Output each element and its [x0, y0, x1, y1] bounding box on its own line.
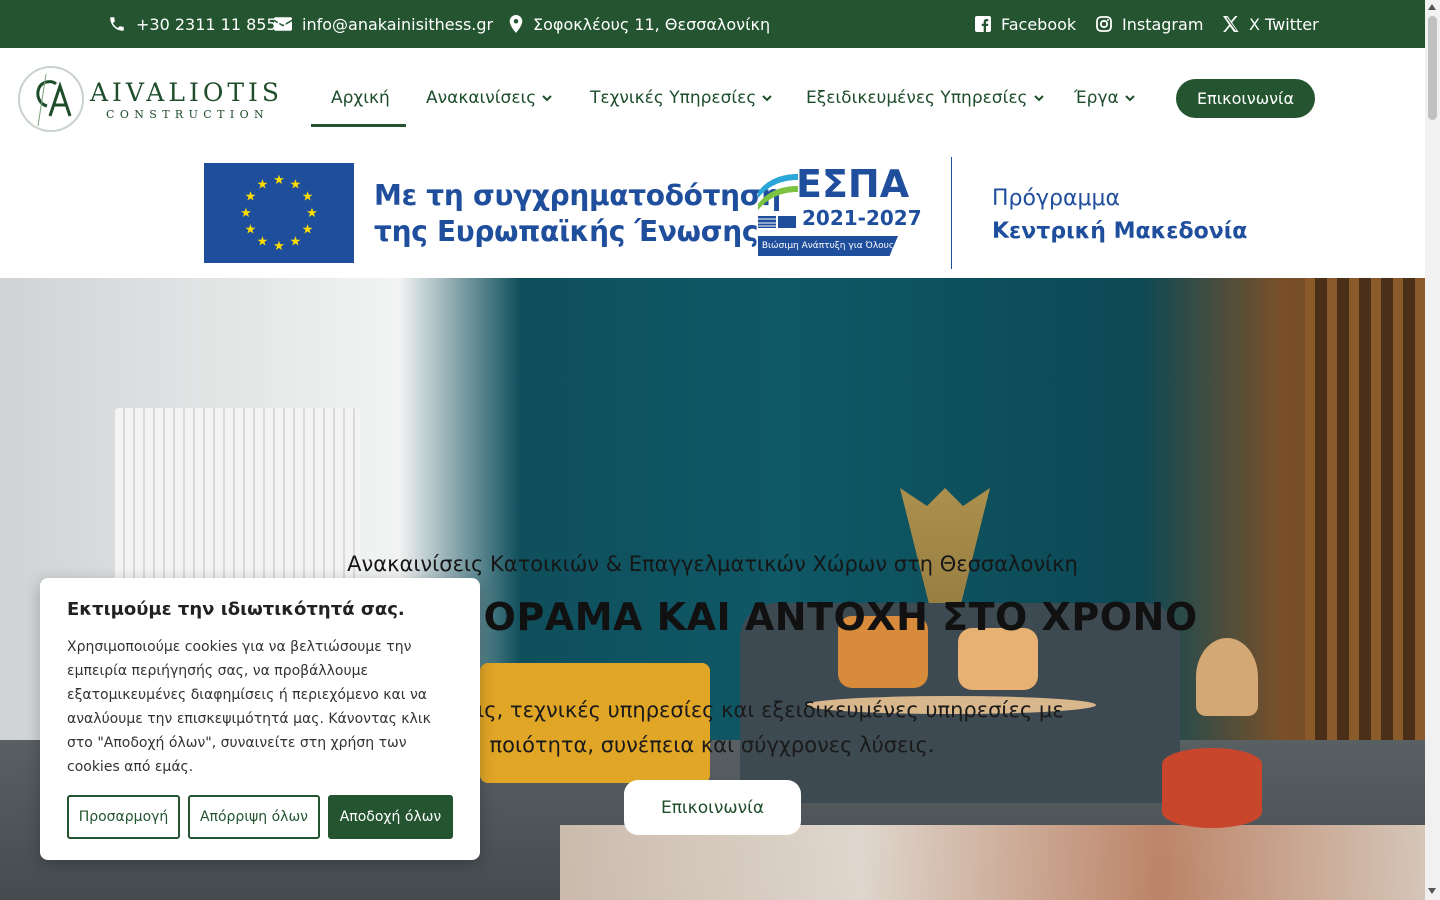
scroll-thumb[interactable]: [1428, 16, 1437, 120]
eu-star-icon: ★: [290, 235, 302, 250]
eu-star-icon: ★: [290, 177, 302, 192]
program-line-2: Κεντρική Μακεδονία: [992, 219, 1248, 244]
nav-item-home[interactable]: Αρχική: [331, 48, 390, 148]
espa-logo-years: 2021-2027: [802, 206, 922, 230]
site-logo[interactable]: AIVALIOTIS CONSTRUCTION: [18, 66, 283, 132]
hero-subtitle: Ανακαινίσεις Κατοικιών & Επαγγελματικών …: [347, 552, 1078, 576]
hero-contact-button[interactable]: Επικοινωνία: [624, 780, 801, 835]
x-twitter-icon: [1223, 16, 1239, 32]
instagram-label: Instagram: [1122, 14, 1204, 34]
espa-cofunding-text: Με τη συγχρηματοδότηση της Ευρωπαϊκής Έν…: [374, 178, 781, 250]
facebook-icon: [975, 16, 991, 32]
page-scrollbar[interactable]: [1425, 0, 1440, 900]
cookie-reject-button[interactable]: Απόρριψη όλων: [188, 795, 320, 839]
facebook-link[interactable]: Facebook: [975, 0, 1076, 48]
phone-icon: [110, 17, 124, 31]
logo-subtitle: CONSTRUCTION: [106, 108, 270, 121]
espa-banner: ★ ★ ★ ★ ★ ★ ★ ★ ★ ★ ★ ★ Με τη συγχρηματοδότηση της …: [0, 148, 1425, 278]
chevron-down-icon: [1033, 95, 1044, 102]
eu-star-icon: ★: [240, 206, 252, 221]
eu-star-icon: ★: [273, 239, 285, 254]
phone-link[interactable]: +30 2311 11 8550: [108, 0, 287, 48]
nav-item-renovations[interactable]: Ανακαινίσεις: [426, 48, 552, 148]
eu-star-icon: ★: [306, 206, 318, 221]
staircase-image: [1305, 278, 1425, 798]
nav-item-technical-services[interactable]: Τεχνικές Υπηρεσίες: [590, 48, 773, 148]
espa-swoosh-icon: [758, 174, 798, 228]
cookie-title: Εκτιμούμε την ιδιωτικότητά σας.: [67, 599, 405, 620]
scroll-up-arrow-icon[interactable]: [1428, 4, 1436, 10]
email-link[interactable]: info@anakainisithess.gr: [274, 0, 493, 48]
program-line-1: Πρόγραμμα: [992, 186, 1120, 211]
espa-logo-tagline: Βιώσιμη Ανάπτυξη για Όλους: [758, 236, 898, 256]
eu-star-icon: ★: [245, 223, 257, 238]
espa-logo: ΕΣΠΑ 2021-2027 Βιώσιμη Ανάπτυξη για Όλου…: [756, 162, 922, 261]
eu-star-icon: ★: [257, 177, 269, 192]
eu-star-icon: ★: [257, 235, 269, 250]
address-text: Σοφοκλέους 11, Θεσσαλονίκη: [533, 14, 771, 34]
nav-item-specialized-services[interactable]: Εξειδικευμένες Υπηρεσίες: [806, 48, 1044, 148]
envelope-icon: [274, 17, 292, 31]
program-text: Πρόγραμμα Κεντρική Μακεδονία: [992, 182, 1247, 248]
cookie-consent-dialog: Εκτιμούμε την ιδιωτικότητά σας. Χρησιμοπ…: [40, 578, 480, 860]
instagram-icon: [1096, 16, 1112, 32]
cookie-customize-button[interactable]: Προσαρμογή: [67, 795, 180, 839]
stool-image: [1162, 748, 1262, 828]
chevron-down-icon: [542, 95, 552, 102]
twitter-link[interactable]: X Twitter: [1222, 0, 1319, 48]
scroll-down-arrow-icon[interactable]: [1428, 888, 1436, 894]
email-text: info@anakainisithess.gr: [302, 14, 494, 34]
header-contact-button[interactable]: Επικοινωνία: [1176, 79, 1315, 118]
eu-star-icon: ★: [273, 173, 285, 188]
nav-label: Αρχική: [331, 88, 390, 108]
lamp-image: [1196, 638, 1258, 716]
espa-line-2: της Ευρωπαϊκής Ένωσης: [374, 215, 759, 248]
nav-label: Τεχνικές Υπηρεσίες: [590, 88, 757, 108]
facebook-label: Facebook: [1001, 14, 1077, 34]
logo-emblem: [18, 66, 84, 132]
location-pin-icon: [509, 15, 523, 33]
cookie-accept-button[interactable]: Αποδοχή όλων: [328, 795, 453, 839]
espa-logo-word: ΕΣΠΑ: [796, 162, 910, 206]
top-bar: +30 2311 11 8550 info@anakainisithess.gr…: [0, 0, 1425, 48]
eu-star-icon: ★: [302, 223, 314, 238]
address-link[interactable]: Σοφοκλέους 11, Θεσσαλονίκη: [509, 0, 770, 48]
nav-label: Εξειδικευμένες Υπηρεσίες: [806, 88, 1028, 108]
chevron-down-icon: [762, 95, 773, 102]
eu-star-icon: ★: [245, 190, 257, 205]
site-header: AIVALIOTIS CONSTRUCTION Αρχική Ανακαινίσ…: [0, 48, 1425, 148]
eu-star-icon: ★: [302, 190, 314, 205]
phone-text: +30 2311 11 8550: [136, 14, 287, 34]
twitter-label: X Twitter: [1249, 14, 1319, 34]
espa-line-1: Με τη συγχρηματοδότηση: [374, 179, 781, 212]
rug-image: [560, 825, 1425, 900]
chevron-down-icon: [1125, 95, 1135, 102]
instagram-link[interactable]: Instagram: [1096, 0, 1203, 48]
cookie-text: Χρησιμοποιούμε cookies για να βελτιώσουμ…: [67, 639, 431, 775]
eu-flag-icon: ★ ★ ★ ★ ★ ★ ★ ★ ★ ★ ★ ★: [204, 163, 354, 263]
nav-active-indicator: [311, 124, 406, 127]
logo-name: AIVALIOTIS: [90, 78, 283, 107]
nav-item-projects[interactable]: Έργα: [1074, 48, 1135, 148]
espa-divider: [951, 157, 952, 269]
nav-label: Ανακαινίσεις: [426, 88, 537, 108]
nav-label: Έργα: [1074, 88, 1119, 108]
